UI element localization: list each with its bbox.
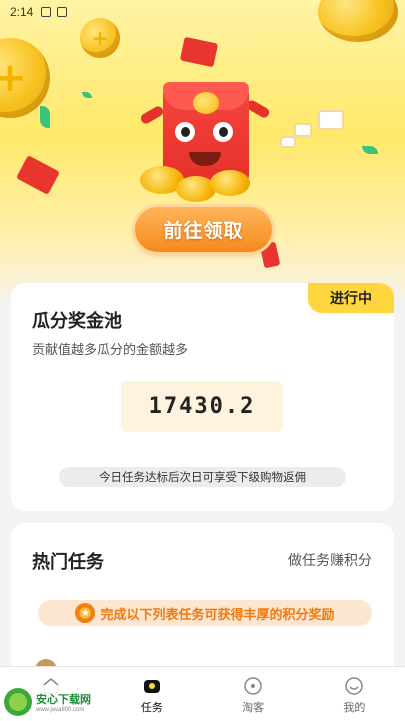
tab-label: 我的 bbox=[343, 701, 366, 714]
coin-decoration: + bbox=[80, 18, 120, 58]
leaf-decoration bbox=[40, 106, 50, 128]
tasks-banner: ★ 完成以下列表任务可获得丰厚的积分奖励 bbox=[38, 600, 372, 626]
notification-icon bbox=[57, 7, 68, 17]
prize-pool-card: 进行中 瓜分奖金池 贡献值越多瓜分的金额越多 17430.2 今日任务达标后次日… bbox=[11, 283, 394, 511]
taoke-icon bbox=[243, 676, 263, 696]
rebate-notice: 今日任务达标后次日可享受下级购物返佣 bbox=[59, 467, 346, 487]
prize-pool-amount: 17430.2 bbox=[121, 381, 283, 432]
claim-button[interactable]: 前往领取 bbox=[135, 207, 272, 252]
leaf-decoration bbox=[362, 146, 378, 154]
watermark-name: 安心下载网 bbox=[36, 693, 91, 706]
reward-icon: ★ bbox=[75, 603, 96, 623]
tab-tasks[interactable]: 任务 bbox=[101, 667, 202, 721]
tab-taoke[interactable]: 淘客 bbox=[203, 667, 304, 721]
status-time: 2:14 bbox=[10, 5, 34, 19]
hot-tasks-title: 热门任务 bbox=[32, 552, 104, 573]
tab-label: 任务 bbox=[140, 701, 163, 714]
watermark-logo-icon bbox=[4, 688, 32, 716]
tasks-banner-text: 完成以下列表任务可获得丰厚的积分奖励 bbox=[100, 607, 335, 623]
leaf-decoration bbox=[82, 92, 92, 98]
task-icon bbox=[142, 676, 162, 696]
flying-envelope bbox=[318, 110, 344, 130]
mascot-arm bbox=[139, 104, 165, 126]
gold-pile bbox=[140, 160, 250, 202]
prize-pool-subtitle: 贡献值越多瓜分的金额越多 bbox=[32, 343, 189, 358]
hero-banner: 2:14 + + 前往领取 bbox=[0, 0, 405, 300]
flying-envelope bbox=[179, 36, 219, 68]
status-badge: 进行中 bbox=[308, 283, 394, 313]
flying-envelope bbox=[280, 136, 296, 148]
notification-icon bbox=[41, 7, 52, 17]
tab-label: 淘客 bbox=[242, 701, 265, 714]
watermark-url: www.java800.com bbox=[36, 707, 85, 713]
site-watermark: 安心下载网 www.java800.com bbox=[0, 685, 110, 719]
earn-points-link[interactable]: 做任务赚积分 bbox=[288, 550, 372, 570]
prize-pool-title: 瓜分奖金池 bbox=[32, 311, 122, 332]
flying-envelope bbox=[16, 155, 60, 195]
profile-icon bbox=[344, 676, 364, 696]
tab-profile[interactable]: 我的 bbox=[304, 667, 405, 721]
coin-decoration bbox=[318, 0, 398, 42]
flying-envelope bbox=[294, 123, 312, 137]
